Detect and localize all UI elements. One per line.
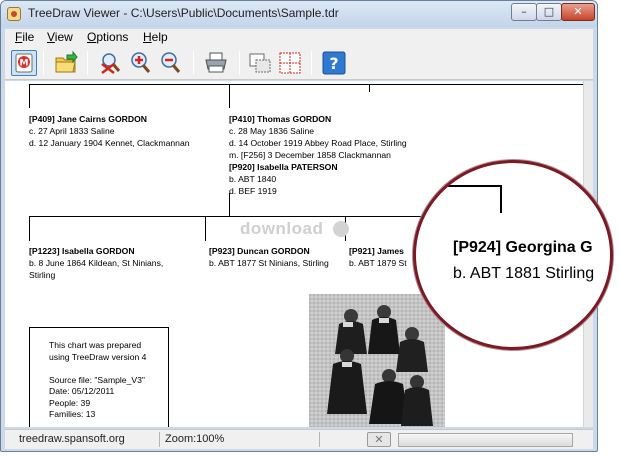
page-select-button[interactable] [247,50,273,76]
person-name: [P409] Jane Cairns GORDON [29,114,147,124]
family-photo-image [309,294,445,427]
page-grid-button[interactable] [277,50,303,76]
minimize-button[interactable]: – [511,3,537,21]
watermark-logo [333,221,349,237]
print-icon [205,52,227,73]
magnified-connector [500,185,502,213]
close-button[interactable]: ✕ [561,3,595,21]
menu-file[interactable]: File [15,30,34,44]
print-button[interactable] [203,50,229,76]
open-button[interactable] [53,50,79,76]
person-card-p923[interactable]: [P923] Duncan GORDON b. ABT 1877 St Nini… [209,245,329,269]
person-detail: c. 28 May 1836 Saline [229,126,315,136]
status-separator [159,432,160,447]
svg-text:M: M [20,59,29,69]
menu-help[interactable]: Help [143,30,168,44]
connector-line [29,84,583,85]
zoom-fit-icon [101,53,121,74]
menu-options[interactable]: Options [87,30,128,44]
zoom-out-icon [161,52,181,73]
magnifier-lens: [P924] Georgina G b. ABT 1881 Stirling [413,160,613,350]
info-line: using TreeDraw version 4 [49,351,147,362]
title-bar[interactable]: TreeDraw Viewer - C:\Users\Public\Docume… [1,1,597,27]
status-bar: treedraw.spansoft.org Zoom:100% ✕ [5,429,593,449]
spouse-name: [P920] Isabella PATERSON [229,162,338,172]
marriage-detail: m. [F256] 3 December 1858 Clackmannan [229,150,391,160]
maximize-button[interactable]: □ [536,3,562,21]
person-detail: d. 14 October 1919 Abbey Road Place, Sti… [229,138,407,148]
connector-line [29,84,30,108]
info-line: Date: 05/12/2011 [49,386,115,396]
status-url: treedraw.spansoft.org [19,433,125,445]
open-folder-icon [55,50,78,73]
app-icon[interactable] [7,7,21,21]
connector-line [29,216,30,241]
info-line: Families: 13 [49,409,96,419]
zoom-in-button[interactable] [127,50,153,76]
progress-bar [398,433,573,447]
mode-button[interactable]: M [11,50,37,76]
status-zoom: Zoom:100% [165,433,225,445]
menu-view[interactable]: View [47,30,73,44]
person-detail: b. ABT 1840 [229,174,277,184]
connector-line [205,216,206,241]
page-grid-icon [279,52,301,74]
person-name: [P923] Duncan GORDON [209,246,310,256]
window-title: TreeDraw Viewer - C:\Users\Public\Docume… [28,6,339,20]
status-separator [319,432,320,447]
person-detail: b. 8 June 1864 Kildean, St Ninians, [29,258,164,268]
zoom-fit-button[interactable] [97,50,123,76]
zoom-out-button[interactable] [157,50,183,76]
person-name: [P410] Thomas GORDON [229,114,332,124]
page-select-icon [249,53,271,73]
person-detail: d. BEF 1919 [229,186,277,196]
person-name: [P1223] Isabella GORDON [29,246,135,256]
toolbar: M ? [5,46,593,80]
help-button[interactable]: ? [321,50,347,76]
info-line: Source file: "Sample_V3" [49,374,145,385]
person-card-p410[interactable]: [P410] Thomas GORDON c. 28 May 1836 Sali… [229,113,407,197]
person-detail: c. 27 April 1833 Saline [29,126,115,136]
magnified-person-birth: b. ABT 1881 Stirling [453,265,595,282]
person-card-p409[interactable]: [P409] Jane Cairns GORDON c. 27 April 18… [29,113,190,149]
magnified-connector [436,185,502,187]
person-detail: d. 12 January 1904 Kennet, Clackmannan [29,138,190,148]
person-detail: b. ABT 1877 St Ninians, Stirling [209,258,329,268]
chart-info-box: This chart was prepared using TreeDraw v… [29,327,169,427]
svg-text:?: ? [329,54,338,73]
menu-bar: File View Options Help [5,29,593,46]
person-name: [P921] James [349,246,404,256]
info-line: People: 39 [49,397,91,408]
magnified-person-name: [P924] Georgina G [453,239,593,256]
help-icon: ? [322,51,346,75]
watermark-text: download [240,219,324,238]
info-line: This chart was prepared [49,340,142,350]
person-card-p1223[interactable]: [P1223] Isabella GORDON b. 8 June 1864 K… [29,245,163,281]
person-detail: b. ABT 1879 St [349,258,407,268]
person-card-p921[interactable]: [P921] James b. ABT 1879 St [349,245,407,269]
family-photo [309,294,445,427]
cancel-button[interactable]: ✕ [367,432,391,447]
connector-line [229,84,230,108]
zoom-in-icon [131,52,151,73]
mode-icon: M [15,53,33,73]
connector-line [369,84,370,92]
person-detail: Stirling [29,270,56,280]
info-line [49,363,168,375]
